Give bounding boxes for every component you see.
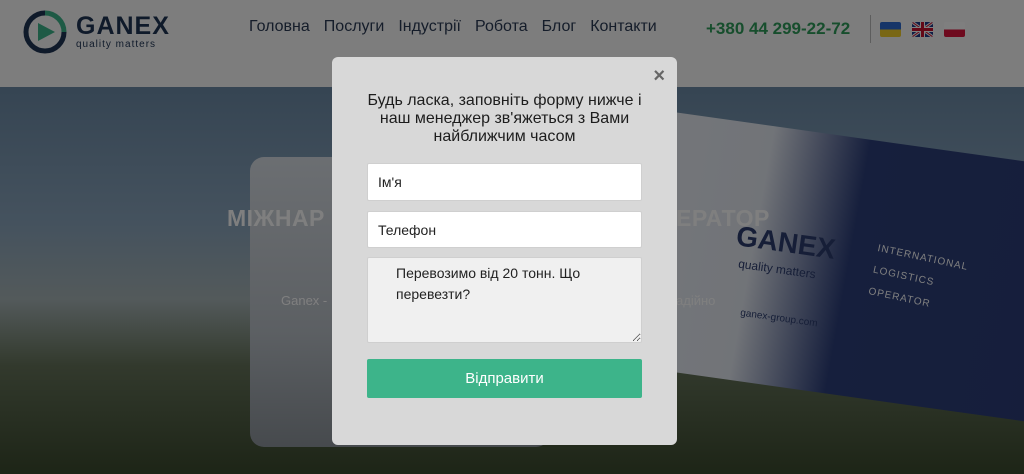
- modal-title: Будь ласка, заповніть форму нижче і наш …: [367, 92, 642, 145]
- contact-modal: × Будь ласка, заповніть форму нижче і на…: [332, 57, 677, 445]
- message-textarea[interactable]: [367, 257, 642, 343]
- close-icon[interactable]: ×: [653, 66, 665, 86]
- submit-button[interactable]: Відправити: [367, 359, 642, 398]
- phone-input[interactable]: [367, 211, 642, 248]
- name-input[interactable]: [367, 163, 642, 201]
